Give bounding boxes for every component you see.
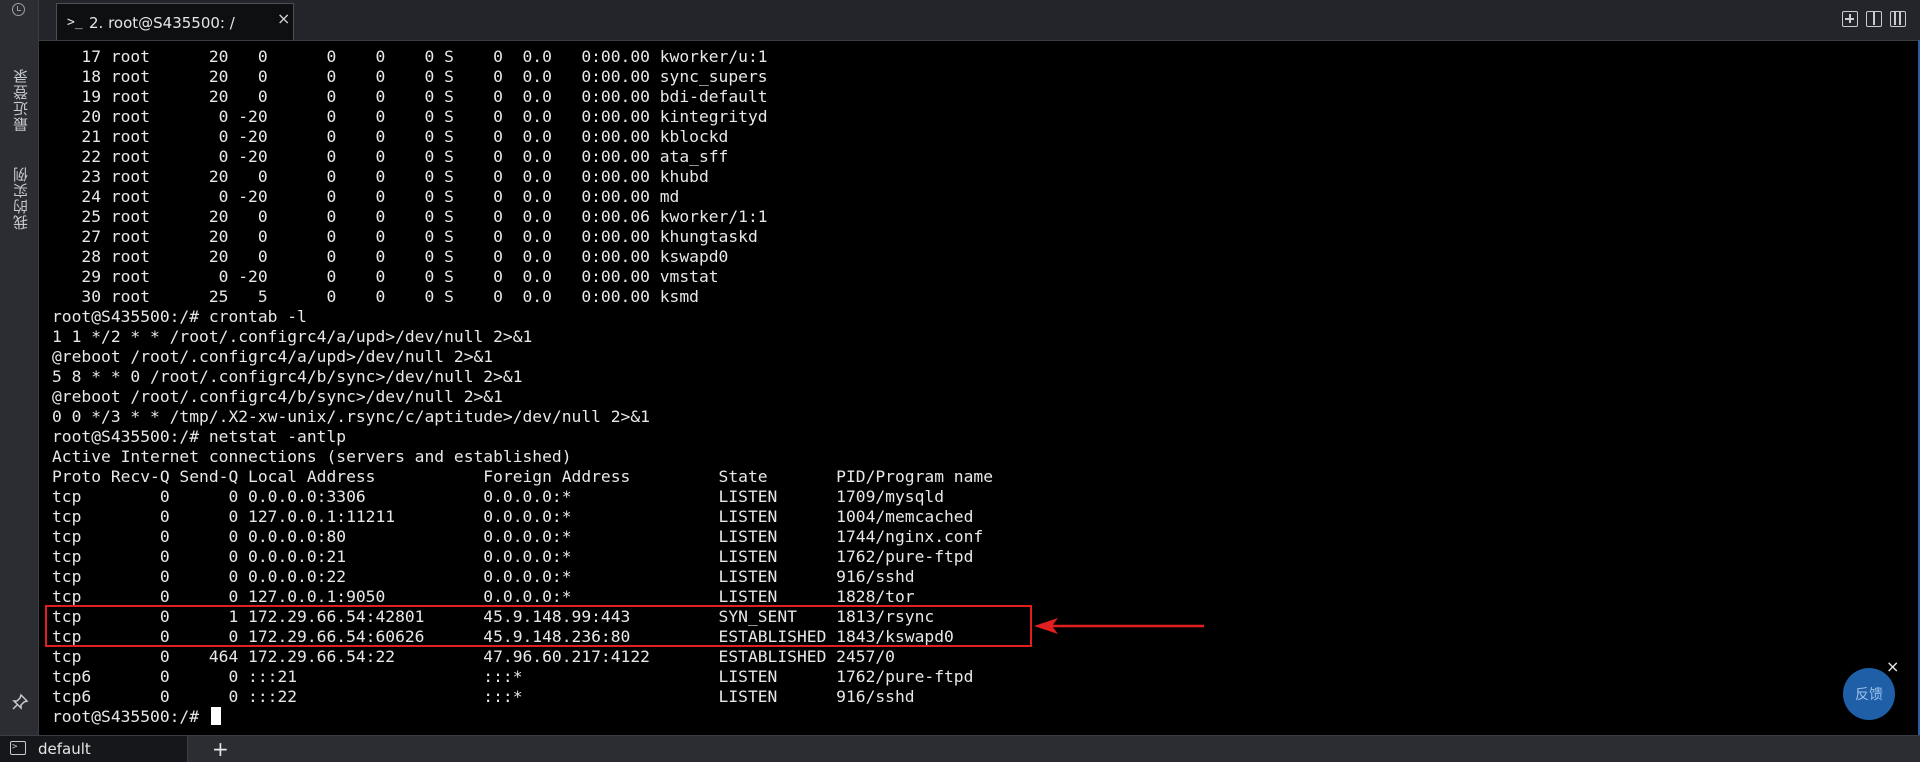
terminal-prompt: root@S435500:/# xyxy=(52,707,209,726)
terminal-line: 24 root 0 -20 0 0 0 S 0 0.0 0:00.00 md xyxy=(52,187,680,206)
tab-bar: >_ 2. root@S435500: / × xyxy=(39,0,1920,41)
left-sidebar: 最近登录 我的实例 xyxy=(0,0,39,735)
split-view-icon[interactable] xyxy=(1866,11,1882,27)
terminal-line: 20 root 0 -20 0 0 0 S 0 0.0 0:00.00 kint… xyxy=(52,107,768,126)
terminal-line: 0 0 */3 * * /tmp/.X2-xw-unix/.rsync/c/ap… xyxy=(52,407,650,426)
terminal-line: tcp 0 0 127.0.0.1:11211 0.0.0.0:* LISTEN… xyxy=(52,507,974,526)
terminal-line: @reboot /root/.configrc4/b/sync>/dev/nul… xyxy=(52,387,503,406)
terminal-line: 30 root 25 5 0 0 0 S 0 0.0 0:00.00 ksmd xyxy=(52,287,699,306)
pin-icon[interactable] xyxy=(11,693,29,711)
tab-default[interactable]: > default xyxy=(0,736,188,762)
terminal-line: tcp6 0 0 :::21 :::* LISTEN 1762/pure-ftp… xyxy=(52,667,974,686)
terminal-line: tcp 0 464 172.29.66.54:22 47.96.60.217:4… xyxy=(52,647,895,666)
terminal-line: 29 root 0 -20 0 0 0 S 0 0.0 0:00.00 vmst… xyxy=(52,267,719,286)
history-icon[interactable] xyxy=(12,3,25,16)
terminal-line: 18 root 20 0 0 0 0 S 0 0.0 0:00.00 sync_… xyxy=(52,67,768,86)
sidebar-item-my-instances[interactable]: 我的实例 xyxy=(10,138,30,230)
terminal-line: 19 root 20 0 0 0 0 S 0 0.0 0:00.00 bdi-d… xyxy=(52,87,768,106)
terminal-line: 23 root 20 0 0 0 0 S 0 0.0 0:00.00 khubd xyxy=(52,167,709,186)
terminal-line: tcp6 0 0 :::22 :::* LISTEN 916/sshd xyxy=(52,687,915,706)
add-tab-button[interactable]: + xyxy=(212,737,229,761)
terminal-line: 22 root 0 -20 0 0 0 S 0 0.0 0:00.00 ata_… xyxy=(52,147,729,166)
terminal-icon: > xyxy=(10,741,26,755)
tab-terminal-session[interactable]: >_ 2. root@S435500: / × xyxy=(56,3,294,40)
terminal-line: 17 root 20 0 0 0 0 S 0 0.0 0:00.00 kwork… xyxy=(52,47,768,66)
terminal-line: tcp 0 0 0.0.0.0:3306 0.0.0.0:* LISTEN 17… xyxy=(52,487,944,506)
terminal-line: root@S435500:/# netstat -antlp xyxy=(52,427,347,446)
terminal-prompt-line[interactable]: root@S435500:/# xyxy=(52,707,1892,727)
close-icon[interactable]: × xyxy=(277,9,290,28)
terminal-line: 27 root 20 0 0 0 0 S 0 0.0 0:00.00 khung… xyxy=(52,227,758,246)
terminal-line: Active Internet connections (servers and… xyxy=(52,447,572,466)
terminal-line: @reboot /root/.configrc4/a/upd>/dev/null… xyxy=(52,347,494,366)
terminal-line: 28 root 20 0 0 0 0 S 0 0.0 0:00.00 kswap… xyxy=(52,247,729,266)
terminal-line: tcp 0 0 0.0.0.0:22 0.0.0.0:* LISTEN 916/… xyxy=(52,567,915,586)
terminal-line: tcp 0 0 127.0.0.1:9050 0.0.0.0:* LISTEN … xyxy=(52,587,915,606)
terminal-cursor xyxy=(210,707,221,725)
terminal-line: 21 root 0 -20 0 0 0 S 0 0.0 0:00.00 kblo… xyxy=(52,127,729,146)
sidebar-item-recent-login[interactable]: 最近登录 xyxy=(10,40,30,132)
terminal-line: root@S435500:/# crontab -l xyxy=(52,307,307,326)
highlight-box xyxy=(45,605,1032,647)
tab-title: 2. root@S435500: / xyxy=(89,14,235,32)
terminal-line: tcp 0 0 0.0.0.0:21 0.0.0.0:* LISTEN 1762… xyxy=(52,547,974,566)
close-icon[interactable]: × xyxy=(1886,657,1899,676)
layout-icon[interactable] xyxy=(1890,11,1906,27)
annotation-arrow-icon xyxy=(1034,618,1204,634)
terminal-line: 1 1 */2 * * /root/.configrc4/a/upd>/dev/… xyxy=(52,327,533,346)
terminal-line: 5 8 * * 0 /root/.configrc4/b/sync>/dev/n… xyxy=(52,367,523,386)
terminal-prompt-icon: >_ xyxy=(67,15,83,30)
status-bar: > default + xyxy=(0,735,1920,762)
status-tab-label: default xyxy=(38,740,91,758)
terminal-line: tcp 0 0 0.0.0.0:80 0.0.0.0:* LISTEN 1744… xyxy=(52,527,984,546)
terminal-line: 25 root 20 0 0 0 0 S 0 0.0 0:00.06 kwork… xyxy=(52,207,768,226)
new-tab-icon[interactable] xyxy=(1842,11,1858,27)
terminal-line: Proto Recv-Q Send-Q Local Address Foreig… xyxy=(52,467,994,486)
